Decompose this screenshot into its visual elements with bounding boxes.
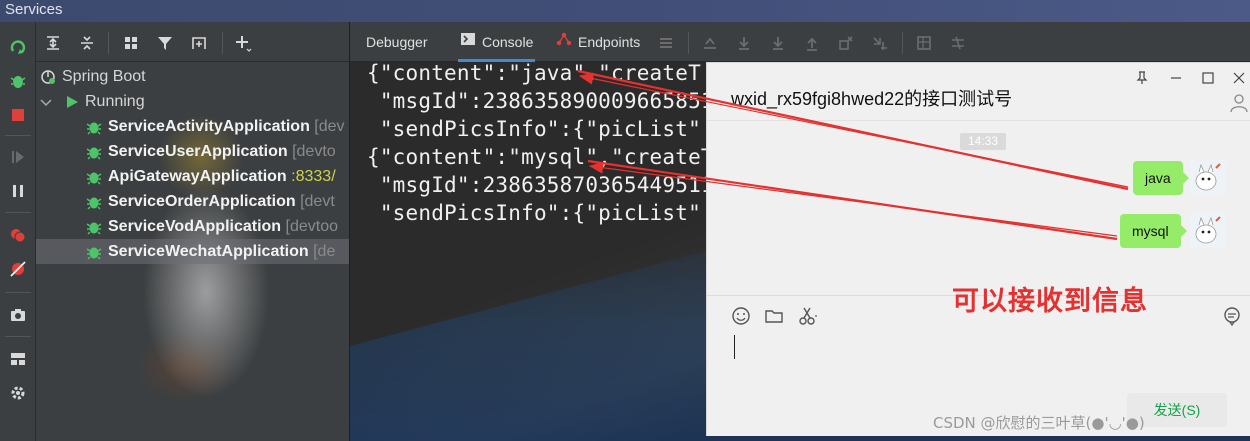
window-title: Services xyxy=(0,0,1250,22)
new-tab-icon[interactable] xyxy=(188,32,210,54)
tab-console[interactable]: Console xyxy=(458,22,536,62)
tree-toolbar xyxy=(36,22,349,62)
console-line: "sendPicsInfo":{"picList" xyxy=(367,117,701,141)
tree-item-service-activity[interactable]: ServiceActivityApplication [dev xyxy=(36,114,349,139)
mute-breakpoints-icon[interactable] xyxy=(7,258,29,280)
minimize-icon[interactable] xyxy=(1169,71,1183,85)
console-line: {"content":"mysql","createT xyxy=(367,145,714,169)
tab-label: Console xyxy=(482,34,534,50)
tab-debugger[interactable]: Debugger xyxy=(366,22,428,62)
tree-item-label: Running xyxy=(85,93,145,110)
collapse-all-icon[interactable] xyxy=(76,32,98,54)
tree-item-label: ServiceVodApplication xyxy=(108,218,282,235)
tree-item-suffix: [devt xyxy=(300,193,335,210)
run-to-cursor-icon[interactable] xyxy=(870,33,890,53)
tree-item-service-order[interactable]: ServiceOrderApplication [devt xyxy=(36,189,349,214)
tree-item-label: ApiGatewayApplication xyxy=(108,168,287,185)
tree-item-suffix: [devto xyxy=(292,143,336,160)
console-line: "msgId":238635870365449511 xyxy=(367,173,714,197)
services-tree-panel: Spring Boot Running ServiceActivityAppli… xyxy=(36,22,349,441)
chat-title: wxid_rx59fgi8hwed22的接口测试号 xyxy=(731,89,1013,109)
debug-bug-icon xyxy=(86,143,102,160)
chevron-down-icon[interactable] xyxy=(38,93,54,109)
show-execution-point-icon[interactable] xyxy=(700,33,720,53)
message-input-caret xyxy=(734,335,735,359)
console-tabs-bar: Debugger Console Endpoints xyxy=(350,22,1250,62)
console-icon xyxy=(460,22,476,62)
tree-item-label: ServiceOrderApplication xyxy=(108,193,296,210)
tab-endpoints[interactable]: Endpoints xyxy=(556,22,640,62)
tree-item-label: ServiceUserApplication xyxy=(108,143,288,160)
avatar[interactable] xyxy=(1190,213,1225,248)
message-bubble-mysql[interactable]: mysql xyxy=(1120,214,1187,248)
maximize-icon[interactable] xyxy=(1201,71,1215,85)
expand-all-icon[interactable] xyxy=(42,32,64,54)
evaluate-expression-icon[interactable] xyxy=(914,33,934,53)
chat-window: wxid_rx59fgi8hwed22的接口测试号 14:33 java mys… xyxy=(706,62,1250,436)
hamburger-icon[interactable] xyxy=(656,33,676,53)
resume-icon[interactable] xyxy=(7,146,29,168)
debug-bug-icon xyxy=(86,193,102,210)
tree-item-suffix: [devtoo xyxy=(285,218,339,235)
tree-item-port-link[interactable]: :8333/ xyxy=(291,168,335,185)
trace-icon[interactable] xyxy=(948,33,968,53)
avatar[interactable] xyxy=(1190,160,1225,195)
stop-icon[interactable] xyxy=(7,104,29,126)
services-tree: Spring Boot Running ServiceActivityAppli… xyxy=(36,64,349,264)
settings-gear-icon[interactable] xyxy=(7,382,29,404)
tree-item-service-vod[interactable]: ServiceVodApplication [devtoo xyxy=(36,214,349,239)
annotation-text: 可以接收到信息 xyxy=(952,286,1148,317)
step-over-icon[interactable] xyxy=(734,33,754,53)
add-service-icon[interactable] xyxy=(232,32,254,54)
pin-icon[interactable] xyxy=(1135,71,1149,85)
chat-history-icon[interactable] xyxy=(1221,305,1243,327)
tree-item-spring-boot[interactable]: Spring Boot xyxy=(36,64,349,89)
camera-icon[interactable] xyxy=(7,304,29,326)
view-breakpoints-icon[interactable] xyxy=(7,224,29,246)
debug-bug-icon xyxy=(86,218,102,235)
spring-boot-icon xyxy=(40,68,56,84)
console-line: "sendPicsInfo":{"picList" xyxy=(367,201,701,225)
debug-bug-icon xyxy=(86,118,102,135)
endpoints-icon xyxy=(556,22,572,62)
folder-icon[interactable] xyxy=(763,305,785,327)
watermark: CSDN @欣慰的三叶草(●'◡'●) xyxy=(933,414,1145,432)
screenshot-scissors-icon[interactable] xyxy=(796,305,818,327)
contact-info-icon[interactable] xyxy=(1229,93,1249,113)
message-timestamp: 14:33 xyxy=(960,133,1006,150)
step-out-icon[interactable] xyxy=(802,33,822,53)
pause-icon[interactable] xyxy=(7,180,29,202)
layout-icon[interactable] xyxy=(7,348,29,370)
debug-bug-icon xyxy=(86,243,102,260)
tree-item-api-gateway[interactable]: ApiGatewayApplication :8333/ xyxy=(36,164,349,189)
tree-item-label: ServiceActivityApplication xyxy=(108,118,310,135)
debug-icon[interactable] xyxy=(7,70,29,92)
console-line: {"content":"java","createT xyxy=(367,61,701,85)
console-line: "msgId":238635890009665851 xyxy=(367,89,714,113)
tree-item-suffix: [dev xyxy=(314,118,345,135)
debug-bug-icon xyxy=(86,168,102,185)
drop-frame-icon[interactable] xyxy=(836,33,856,53)
tree-item-running[interactable]: Running xyxy=(36,89,349,114)
rerun-icon[interactable] xyxy=(7,36,29,58)
tab-label: Endpoints xyxy=(578,34,641,50)
tree-item-label: ServiceWechatApplication xyxy=(108,243,309,260)
tree-item-service-user[interactable]: ServiceUserApplication [devto xyxy=(36,139,349,164)
tree-item-suffix: [de xyxy=(313,243,336,260)
close-icon[interactable] xyxy=(1232,71,1246,85)
services-toolbar xyxy=(0,22,36,441)
run-icon xyxy=(64,93,80,109)
step-into-icon[interactable] xyxy=(768,33,788,53)
tree-item-service-wechat[interactable]: ServiceWechatApplication [de xyxy=(36,239,349,264)
message-bubble-java[interactable]: java xyxy=(1133,161,1189,195)
tab-label: Debugger xyxy=(366,34,428,50)
filter-icon[interactable] xyxy=(154,32,176,54)
emoji-icon[interactable] xyxy=(730,305,752,327)
group-services-icon[interactable] xyxy=(120,32,142,54)
tree-item-label: Spring Boot xyxy=(62,68,146,85)
